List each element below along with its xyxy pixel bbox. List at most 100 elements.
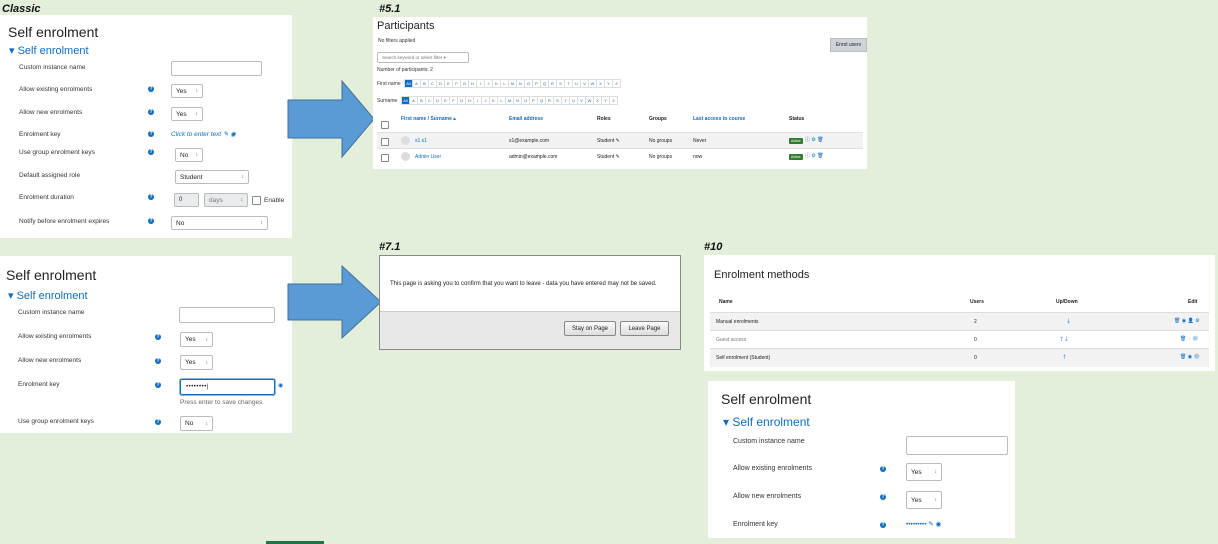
allow-new-select[interactable]: Yes: [171, 107, 203, 121]
allow-existing-select[interactable]: Yes: [906, 463, 942, 481]
gear-icon[interactable]: ⚙: [811, 153, 815, 159]
leave-page-button[interactable]: Leave Page: [620, 321, 669, 336]
enrolment-actions[interactable]: ⓘ ⚙ 🗑: [805, 152, 824, 159]
page-title: Self enrolment: [8, 24, 99, 40]
caption-5-1: #5.1: [379, 3, 401, 15]
move-down-icon[interactable]: 🡓: [1067, 317, 1070, 327]
move-arrows[interactable]: 🡑 🡓: [1060, 335, 1068, 345]
allow-new-select[interactable]: Yes: [180, 355, 213, 370]
enable-checkbox[interactable]: [252, 196, 261, 205]
trash-icon[interactable]: 🗑: [1180, 354, 1186, 360]
col-last-access-header[interactable]: Last access to course: [693, 116, 745, 122]
gear-icon[interactable]: ⚙: [811, 137, 815, 143]
eye-icon[interactable]: ◉: [230, 131, 236, 138]
col-name-header[interactable]: First name / Surname ▴: [401, 116, 456, 122]
gear-icon[interactable]: ⚙: [1192, 336, 1198, 342]
eye-icon[interactable]: ◉: [278, 382, 283, 389]
trash-icon[interactable]: 🗑: [1174, 318, 1180, 324]
pencil-icon[interactable]: ✎: [616, 154, 620, 160]
enrol-users-button[interactable]: Enrol users: [830, 38, 867, 52]
col-email-header[interactable]: Email address: [509, 116, 543, 122]
self-enrolment-form-10: Self enrolment ▾ Self enrolment Custom i…: [708, 381, 1015, 538]
pencil-icon[interactable]: ✎: [223, 131, 228, 138]
edit-actions[interactable]: 🗑 ◉ ⚙: [1180, 354, 1200, 360]
eye-icon[interactable]: ◉: [1182, 318, 1186, 324]
help-icon[interactable]: ?: [148, 149, 154, 155]
table-row: s1 s1 s1@example.com Student ✎ No groups…: [377, 132, 863, 149]
avatar: [401, 136, 410, 145]
trash-icon[interactable]: 🗑: [817, 137, 823, 143]
method-name: Self enrolment (Student): [716, 355, 771, 361]
help-icon[interactable]: ?: [155, 419, 161, 425]
help-icon[interactable]: ?: [155, 334, 161, 340]
eye-slash-icon[interactable]: ◌: [1188, 336, 1191, 342]
help-icon[interactable]: ?: [880, 522, 886, 528]
eye-icon[interactable]: ◉: [936, 521, 942, 528]
help-icon[interactable]: ?: [880, 466, 886, 472]
help-icon[interactable]: ?: [148, 109, 154, 115]
gear-icon[interactable]: ⚙: [1195, 318, 1199, 324]
enrolment-key-edit-link[interactable]: ••••••••• ✎ ◉: [906, 520, 941, 528]
arrow-right-icon: [287, 265, 382, 339]
filter-search-input[interactable]: Search keyword or select filter ▾: [377, 52, 469, 63]
custom-instance-name-input[interactable]: [171, 61, 262, 76]
custom-instance-name-label: Custom instance name: [733, 438, 805, 445]
chevron-down-icon: ▾: [443, 55, 446, 60]
stay-on-page-button[interactable]: Stay on Page: [564, 321, 616, 336]
participant-name[interactable]: s1 s1: [415, 138, 427, 144]
help-icon[interactable]: ?: [155, 382, 161, 388]
enrol-users-icon[interactable]: 👤: [1188, 318, 1194, 324]
enrolment-methods-panel: Enrolment methods Name Users Up/Down Edi…: [704, 255, 1215, 371]
eye-icon[interactable]: ◉: [1188, 354, 1192, 360]
participant-name[interactable]: Admin User: [415, 154, 441, 160]
default-role-select[interactable]: Student: [175, 170, 249, 184]
edit-actions[interactable]: 🗑 ◉ 👤 ⚙: [1174, 318, 1200, 324]
allow-new-select[interactable]: Yes: [906, 491, 942, 509]
help-icon[interactable]: ?: [148, 86, 154, 92]
enrolment-actions[interactable]: ⓘ ⚙ 🗑: [805, 136, 824, 143]
allow-existing-select[interactable]: Yes: [171, 84, 203, 98]
page-title: Enrolment methods: [714, 269, 810, 281]
enable-label: Enable: [264, 197, 285, 204]
duration-value-input[interactable]: 0: [174, 193, 199, 207]
first-name-initial-z[interactable]: Z: [612, 79, 621, 88]
arrow-right-icon: [287, 80, 375, 158]
custom-instance-name-input[interactable]: [906, 436, 1008, 455]
notify-select[interactable]: No: [171, 216, 268, 230]
allow-existing-select[interactable]: Yes: [180, 332, 213, 347]
surname-initial-z[interactable]: Z: [609, 96, 618, 105]
info-icon[interactable]: ⓘ: [805, 137, 810, 143]
duration-unit-select[interactable]: days: [204, 193, 248, 207]
help-icon[interactable]: ?: [155, 358, 161, 364]
info-icon[interactable]: ⓘ: [805, 153, 810, 159]
pencil-icon[interactable]: ✎: [616, 138, 620, 144]
help-icon[interactable]: ?: [148, 131, 154, 137]
row-checkbox[interactable]: [381, 154, 389, 162]
pencil-icon[interactable]: ✎: [928, 521, 933, 528]
status-badge: Active: [789, 138, 803, 144]
group-keys-select[interactable]: No: [175, 148, 203, 162]
surname-initials-bar: All A B C D E F G H I J K L M N O P Q R S T U V W X Y Z: [401, 96, 618, 105]
help-icon[interactable]: ?: [880, 494, 886, 500]
edit-actions[interactable]: 🗑 ◌ ⚙: [1180, 336, 1198, 342]
section-header[interactable]: ▾ Self enrolment: [723, 415, 810, 429]
col-name-header: Name: [719, 299, 733, 305]
help-icon[interactable]: ?: [148, 218, 154, 224]
enrolment-key-input[interactable]: ••••••••|: [180, 379, 275, 395]
move-up-icon[interactable]: 🡑: [1060, 337, 1063, 343]
trash-icon[interactable]: 🗑: [1180, 336, 1186, 342]
allow-existing-label: Allow existing enrolments: [18, 333, 92, 340]
help-icon[interactable]: ?: [148, 194, 154, 200]
col-users-header: Users: [970, 299, 984, 305]
move-down-icon[interactable]: 🡓: [1065, 337, 1068, 343]
section-header[interactable]: ▾ Self enrolment: [9, 44, 89, 57]
select-all-checkbox[interactable]: [381, 121, 389, 129]
group-keys-select[interactable]: No: [180, 416, 213, 431]
custom-instance-name-input[interactable]: [179, 307, 275, 323]
section-header[interactable]: ▾ Self enrolment: [8, 289, 88, 302]
trash-icon[interactable]: 🗑: [817, 153, 823, 159]
move-up-icon[interactable]: 🡑: [1063, 353, 1066, 363]
gear-icon[interactable]: ⚙: [1194, 354, 1200, 360]
enrolment-key-edit-link[interactable]: Click to enter text ✎ ◉: [171, 130, 236, 138]
row-checkbox[interactable]: [381, 138, 389, 146]
